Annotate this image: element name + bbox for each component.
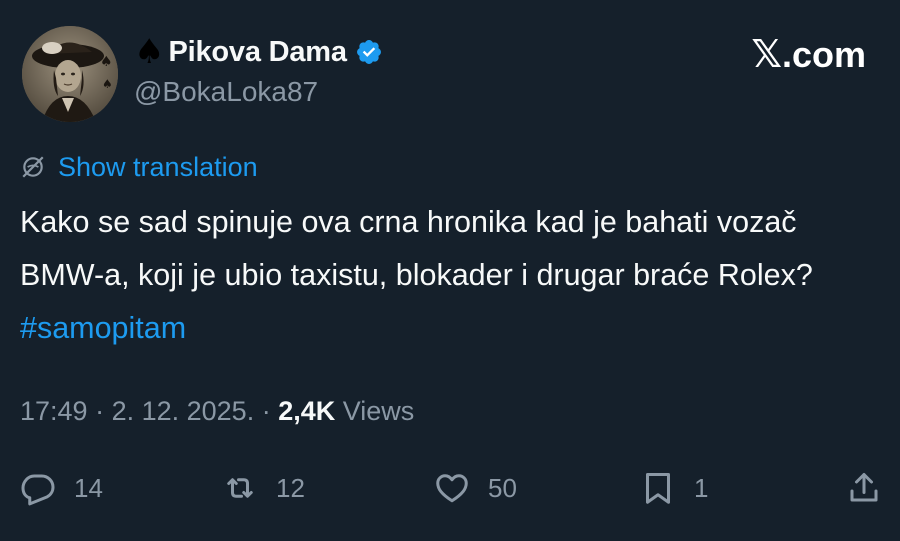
like-button[interactable]: 50 [434, 464, 517, 512]
reply-button[interactable]: 14 [20, 464, 103, 512]
tweet-date[interactable]: 2. 12. 2025. [112, 396, 255, 426]
heart-icon [436, 474, 468, 503]
tweet-body: Kako se sad spinuje ova crna hronika kad… [20, 205, 813, 292]
tweet-meta: 17:49 · 2. 12. 2025. · 2,4K Views [20, 396, 414, 427]
reply-count: 14 [74, 472, 103, 503]
views-count: 2,4K [278, 396, 336, 426]
repost-count: 12 [276, 472, 305, 503]
author-display-name[interactable]: Pikova Dama [168, 36, 347, 69]
views-label: Views [335, 396, 415, 426]
hashtag-link[interactable]: #samopitam [20, 311, 186, 345]
reply-icon [21, 474, 55, 506]
show-translation-row[interactable]: Show translation [20, 150, 258, 184]
verified-badge-icon[interactable] [355, 38, 383, 66]
meta-separator: · [254, 396, 279, 426]
share-button[interactable] [846, 464, 882, 512]
svg-text:♠: ♠ [102, 77, 113, 91]
repost-icon [227, 478, 253, 498]
repost-button[interactable]: 12 [222, 464, 305, 512]
tweet-card: ♠ ♠ ♠ Pikova Dama @BokaLoka87 𝕏 .com Sho… [0, 0, 900, 541]
meta-separator: · [87, 396, 112, 426]
x-logo-text: .com [781, 34, 866, 75]
x-logo: 𝕏 .com [751, 32, 866, 76]
avatar[interactable]: ♠ ♠ [22, 26, 118, 122]
globe-slash-icon [22, 156, 44, 178]
bookmark-button[interactable]: 1 [640, 464, 708, 512]
x-icon: 𝕏 [751, 32, 782, 76]
share-icon [850, 473, 878, 502]
author-name-row[interactable]: ♠ Pikova Dama [134, 30, 383, 74]
bookmark-count: 1 [694, 472, 709, 503]
tweet-text: Kako se sad spinuje ova crna hronika kad… [20, 196, 880, 355]
svg-text:♠: ♠ [100, 54, 113, 70]
tweet-actions: 14 12 50 1 [0, 464, 900, 512]
spade-icon: ♠ [134, 32, 165, 72]
tweet-time[interactable]: 17:49 [20, 396, 88, 426]
avatar-image: ♠ ♠ [22, 26, 118, 122]
like-count: 50 [488, 472, 517, 503]
bookmark-icon [646, 473, 670, 504]
author-handle[interactable]: @BokaLoka87 [134, 76, 318, 108]
show-translation-link[interactable]: Show translation [58, 152, 258, 183]
